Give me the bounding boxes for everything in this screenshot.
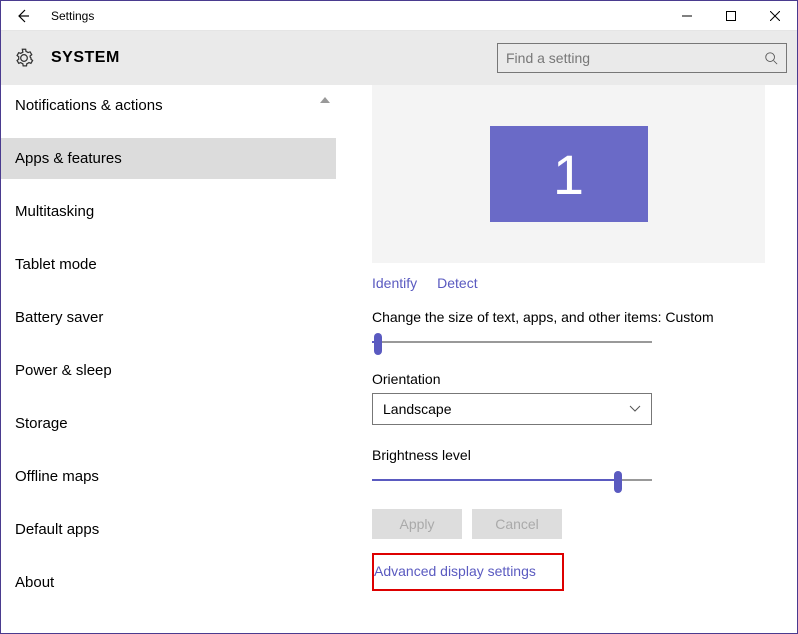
maximize-icon xyxy=(726,11,736,21)
highlight-box: Advanced display settings xyxy=(372,553,564,591)
minimize-icon xyxy=(682,11,692,21)
advanced-display-settings-link[interactable]: Advanced display settings xyxy=(374,563,536,579)
sidebar-item-apps-features[interactable]: Apps & features xyxy=(1,138,336,179)
minimize-button[interactable] xyxy=(665,1,709,31)
main-panel: 1 Identify Detect Change the size of tex… xyxy=(336,85,797,633)
content: Notifications & actions Apps & features Mu… xyxy=(1,85,797,633)
sidebar-item-battery-saver[interactable]: Battery saver xyxy=(1,297,336,338)
identify-link[interactable]: Identify xyxy=(372,275,417,291)
monitor-1[interactable]: 1 xyxy=(490,126,648,222)
orientation-dropdown[interactable]: Landscape xyxy=(372,393,652,425)
orientation-value: Landscape xyxy=(383,401,452,417)
search-icon xyxy=(764,51,778,65)
apply-button[interactable]: Apply xyxy=(372,509,462,539)
sidebar-item-about[interactable]: About xyxy=(1,562,336,603)
chevron-down-icon xyxy=(629,405,641,413)
close-icon xyxy=(770,11,780,21)
cancel-button[interactable]: Cancel xyxy=(472,509,562,539)
sidebar-item-storage[interactable]: Storage xyxy=(1,403,336,444)
sidebar-item-tablet-mode[interactable]: Tablet mode xyxy=(1,244,336,285)
page-title: SYSTEM xyxy=(51,49,120,67)
sidebar-item-power-sleep[interactable]: Power & sleep xyxy=(1,350,336,391)
header: SYSTEM xyxy=(1,31,797,85)
back-arrow-icon xyxy=(15,8,31,24)
sidebar: Notifications & actions Apps & features Mu… xyxy=(1,85,336,633)
brightness-label: Brightness level xyxy=(372,447,765,463)
sidebar-item-multitasking[interactable]: Multitasking xyxy=(1,191,336,232)
scale-label: Change the size of text, apps, and other… xyxy=(372,309,765,325)
gear-icon xyxy=(13,47,35,69)
brightness-slider[interactable] xyxy=(372,469,652,491)
sidebar-item-offline-maps[interactable]: Offline maps xyxy=(1,456,336,497)
maximize-button[interactable] xyxy=(709,1,753,31)
orientation-label: Orientation xyxy=(372,371,765,387)
search-input[interactable] xyxy=(506,50,764,66)
titlebar: Settings xyxy=(1,1,797,31)
sidebar-item-default-apps[interactable]: Default apps xyxy=(1,509,336,550)
window-controls xyxy=(665,1,797,31)
scale-slider[interactable] xyxy=(372,331,652,353)
search-box[interactable] xyxy=(497,43,787,73)
window-title: Settings xyxy=(45,9,94,23)
detect-link[interactable]: Detect xyxy=(437,275,477,291)
display-preview: 1 xyxy=(372,85,765,263)
back-button[interactable] xyxy=(1,1,45,31)
scroll-up-icon[interactable] xyxy=(320,95,330,106)
close-button[interactable] xyxy=(753,1,797,31)
sidebar-item-notifications-actions[interactable]: Notifications & actions xyxy=(1,85,336,126)
